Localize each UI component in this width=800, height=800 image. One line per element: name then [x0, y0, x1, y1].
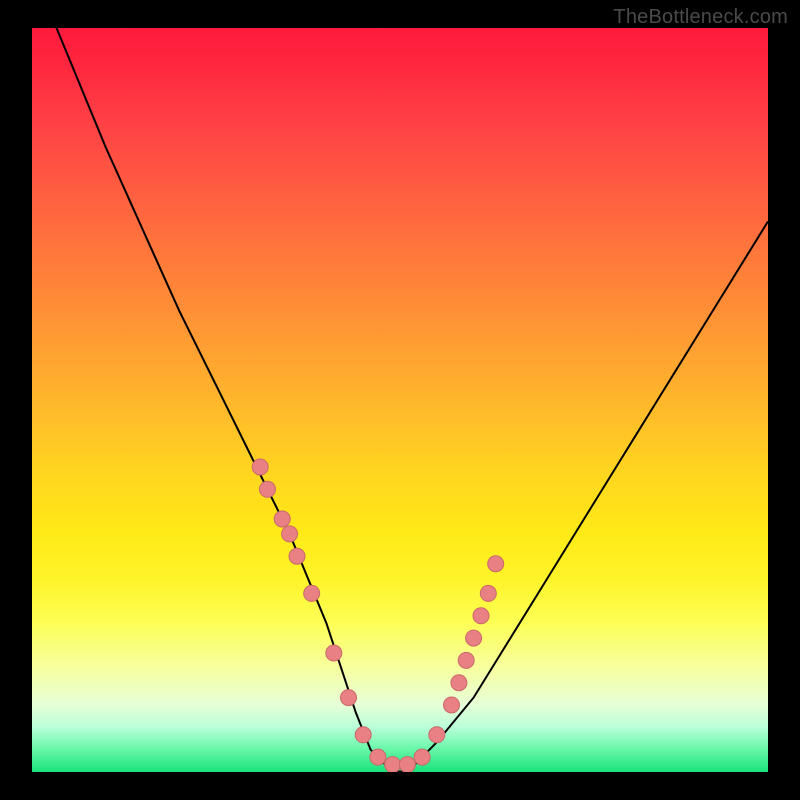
- data-point-marker: [429, 727, 445, 743]
- data-point-marker: [480, 585, 496, 601]
- data-point-marker: [355, 727, 371, 743]
- data-point-marker: [341, 690, 357, 706]
- bottleneck-curve: [32, 28, 768, 772]
- data-point-marker: [304, 585, 320, 601]
- data-point-marker: [252, 459, 268, 475]
- curve-layer: [32, 28, 768, 772]
- data-point-marker: [414, 749, 430, 765]
- data-point-marker: [466, 630, 482, 646]
- data-point-marker: [444, 697, 460, 713]
- chart-frame: TheBottleneck.com: [0, 0, 800, 800]
- data-point-marker: [260, 481, 276, 497]
- data-point-marker: [488, 556, 504, 572]
- data-point-marker: [473, 608, 489, 624]
- watermark-text: TheBottleneck.com: [613, 6, 788, 29]
- data-point-marker: [385, 757, 401, 772]
- data-point-marker: [458, 652, 474, 668]
- plot-area: [32, 28, 768, 772]
- data-point-marker: [274, 511, 290, 527]
- data-point-marker: [282, 526, 298, 542]
- data-point-marker: [326, 645, 342, 661]
- data-point-marker: [370, 749, 386, 765]
- data-point-marker: [289, 548, 305, 564]
- data-point-marker: [451, 675, 467, 691]
- data-point-marker: [399, 757, 415, 772]
